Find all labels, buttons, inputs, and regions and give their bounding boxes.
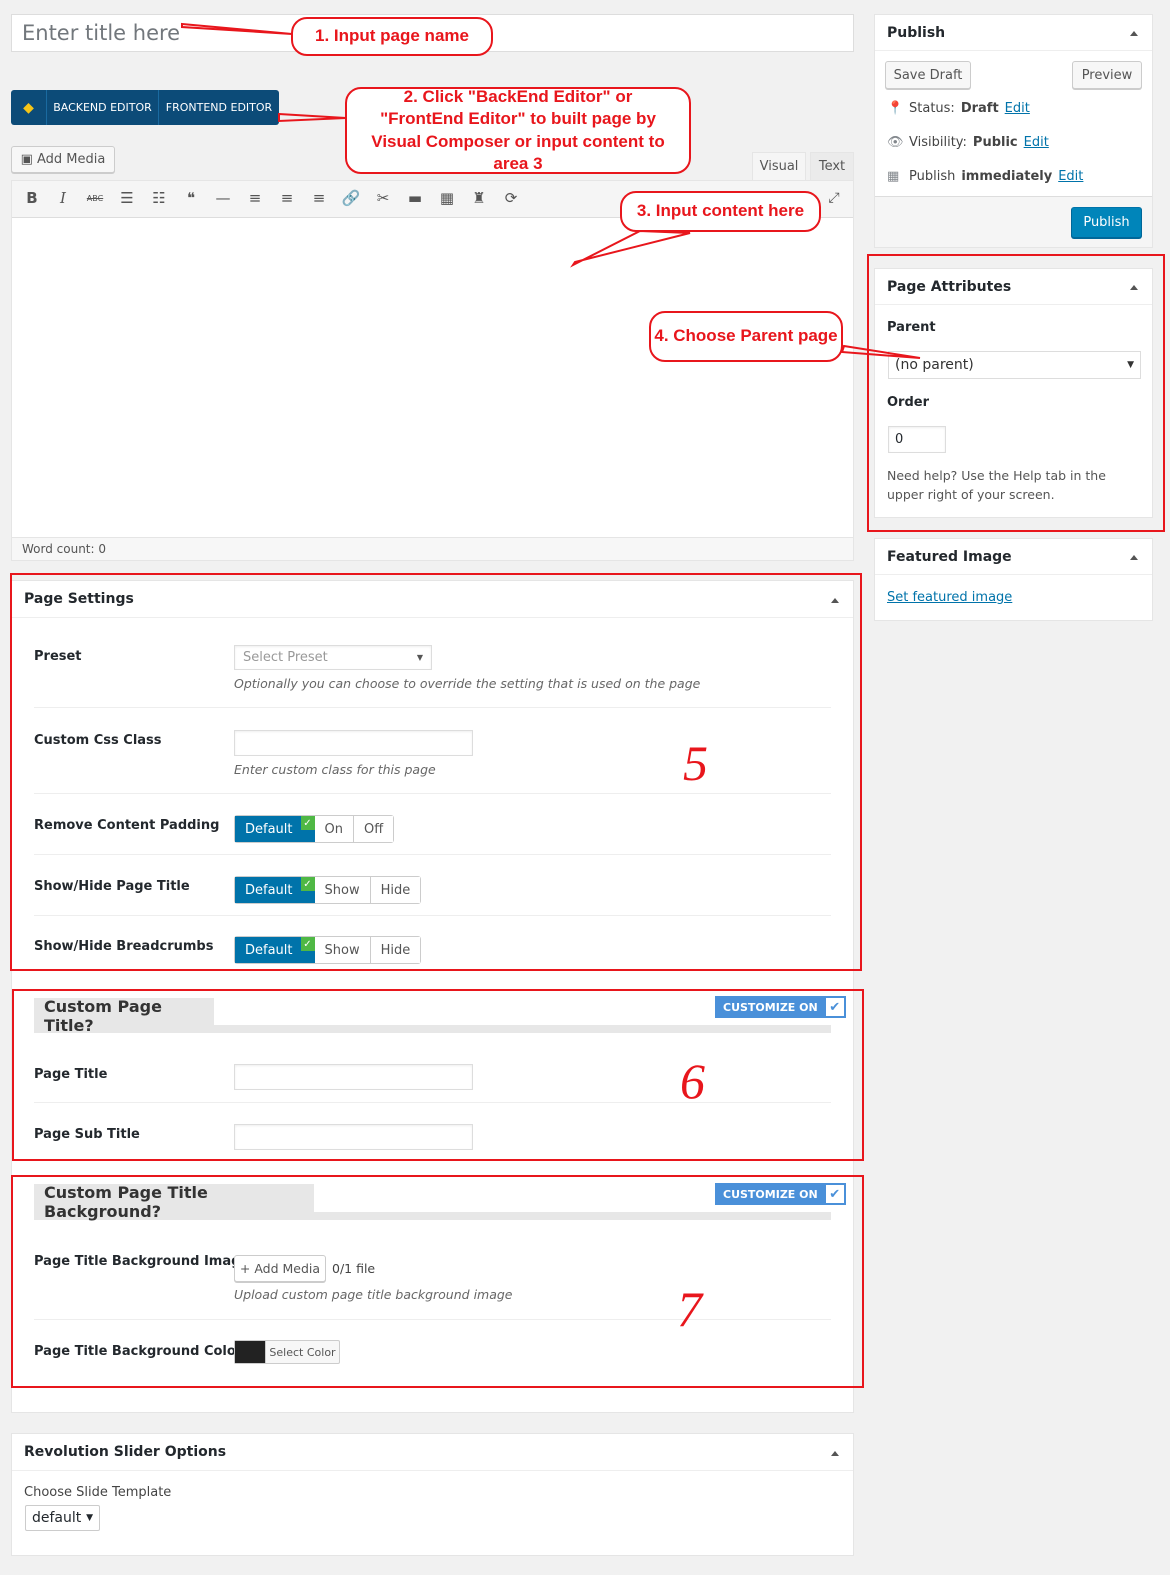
highlight-page-settings: [10, 573, 862, 971]
highlight-custom-title: [12, 989, 864, 1161]
callout-choose-editor: 2. Click "BackEnd Editor" or "FrontEnd E…: [345, 87, 691, 174]
callout-choose-parent: 4. Choose Parent page: [649, 311, 843, 362]
callout-input-content: 3. Input content here: [620, 191, 821, 232]
area-number-5: 5: [683, 735, 708, 791]
callout-input-page-name: 1. Input page name: [291, 17, 493, 56]
area-number-7: 7: [677, 1281, 702, 1337]
highlight-page-attributes: [867, 254, 1165, 532]
highlight-custom-background: [11, 1175, 864, 1388]
area-number-6: 6: [680, 1053, 705, 1109]
